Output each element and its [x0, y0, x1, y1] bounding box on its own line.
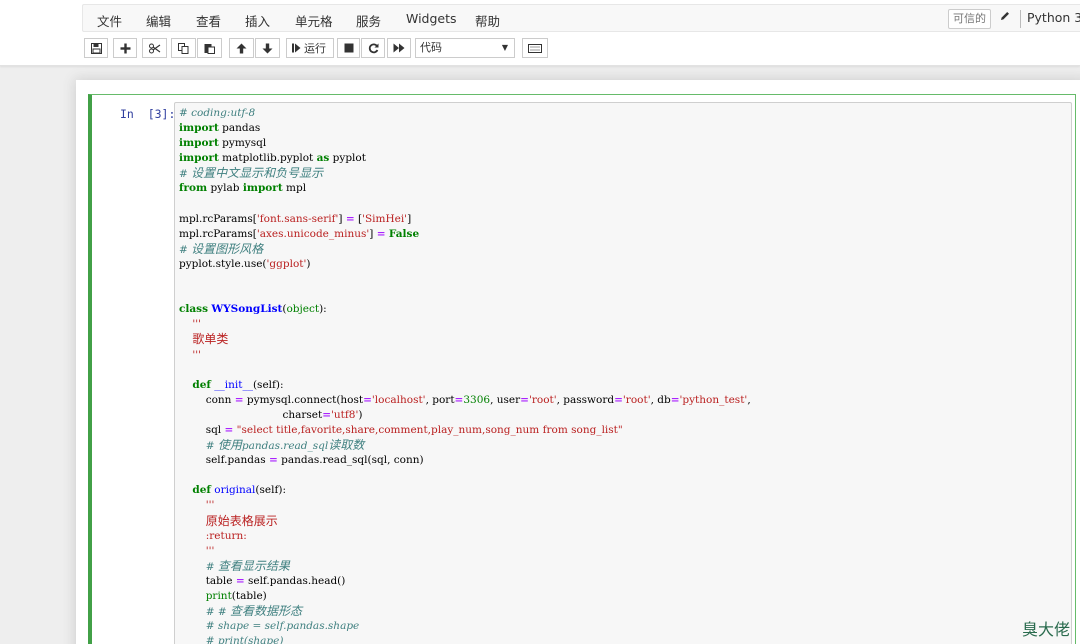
- menu-file[interactable]: 文件: [97, 11, 122, 30]
- menu-cell[interactable]: 单元格: [295, 11, 333, 30]
- code-line: ​: [179, 363, 751, 378]
- code-line: pyplot.style.use('ggplot'): [179, 257, 311, 270]
- code-line: def __init__(self):: [192, 378, 284, 391]
- run-label: 运行: [304, 42, 326, 55]
- menu-help[interactable]: 帮助: [475, 11, 500, 30]
- code-line: :return:: [179, 529, 247, 542]
- trusted-indicator[interactable]: 可信的: [948, 9, 991, 29]
- notebook-header: 文件 编辑 查看 插入 单元格 服务 Widgets 帮助 可信的 Python…: [0, 0, 1080, 66]
- step-forward-icon: [292, 43, 301, 53]
- code-line: mpl.rcParams['axes.unicode_minus'] = Fal…: [179, 227, 420, 240]
- save-icon: [90, 42, 102, 54]
- save-button[interactable]: [84, 38, 108, 58]
- code-line: ''': [179, 544, 215, 557]
- fast-forward-icon: [393, 43, 405, 53]
- move-down-button[interactable]: [255, 38, 280, 58]
- code-line: # print(shape): [205, 635, 284, 644]
- code-line: ​: [179, 287, 751, 302]
- code-line: mpl.rcParams['font.sans-serif'] = ['SimH…: [179, 212, 412, 225]
- code-line: print(table): [205, 590, 267, 602]
- command-palette-button[interactable]: [522, 38, 548, 58]
- code-line: ​: [179, 197, 751, 212]
- code-line: # coding:utf-8: [179, 107, 256, 119]
- paste-icon: [204, 43, 215, 54]
- insert-cell-button[interactable]: [113, 38, 137, 58]
- plus-icon: [120, 43, 131, 54]
- menu-widgets[interactable]: Widgets: [406, 11, 457, 26]
- code-line: import pymysql: [179, 137, 267, 150]
- code-line: ​: [179, 468, 751, 483]
- run-button[interactable]: 运行: [286, 38, 334, 58]
- menubar: 文件 编辑 查看 插入 单元格 服务 Widgets 帮助: [82, 4, 1080, 32]
- copy-icon: [178, 42, 189, 54]
- code-line: ​: [179, 272, 751, 287]
- code-line: # 设置中文显示和负号显示: [179, 166, 324, 181]
- code-line: sql = "select title,favorite,share,comme…: [179, 423, 623, 436]
- stop-icon: [344, 43, 354, 53]
- code-line: from pylab import mpl: [179, 182, 307, 195]
- cut-button[interactable]: [142, 38, 167, 58]
- code-line: # 设置图形风格: [179, 241, 264, 256]
- menu-view[interactable]: 查看: [196, 11, 221, 30]
- cell-type-value: 代码: [420, 41, 442, 54]
- refresh-icon: [368, 42, 379, 54]
- menu-insert[interactable]: 插入: [245, 11, 270, 30]
- input-prompt: In [3]:: [120, 107, 176, 121]
- code-line: ''': [179, 348, 202, 361]
- code-line: # 查看显示结果: [205, 558, 290, 573]
- code-line: # 使用pandas.read_sql读取数: [205, 438, 365, 453]
- code-line: def original(self):: [192, 484, 286, 497]
- code-line: 歌单类: [192, 332, 229, 347]
- pencil-icon[interactable]: [999, 10, 1011, 26]
- code-line: # shape = self.pandas.shape: [205, 620, 360, 633]
- menu-kernel[interactable]: 服务: [356, 11, 381, 30]
- code-line: import matplotlib.pyplot as pyplot: [179, 152, 366, 165]
- code-line: import pandas: [179, 122, 261, 135]
- code-line: conn = pymysql.connect(host='localhost',…: [179, 393, 751, 406]
- cell-type-select[interactable]: 代码 ▼: [415, 38, 515, 58]
- code-line: ''': [179, 499, 215, 512]
- code-line: 原始表格展示: [205, 513, 278, 528]
- copy-button[interactable]: [171, 38, 196, 58]
- restart-kernel-button[interactable]: [361, 38, 385, 58]
- watermark: 臭大佬: [1022, 620, 1071, 639]
- arrow-up-icon: [236, 43, 247, 54]
- scissors-icon: [148, 43, 161, 54]
- restart-run-all-button[interactable]: [387, 38, 411, 58]
- arrow-down-icon: [262, 43, 273, 54]
- code-line: # # 查看数据形态: [205, 604, 302, 619]
- menu-edit[interactable]: 编辑: [146, 11, 171, 30]
- keyboard-icon: [528, 43, 542, 53]
- code-line: table = self.pandas.head(): [179, 574, 346, 587]
- code-line: self.pandas = pandas.read_sql(sql, conn): [179, 454, 424, 467]
- kernel-name[interactable]: Python 3: [1027, 10, 1080, 25]
- interrupt-kernel-button[interactable]: [337, 38, 360, 58]
- move-up-button[interactable]: [229, 38, 254, 58]
- code-line: ''': [179, 318, 202, 331]
- kernel-separator: [1020, 10, 1021, 28]
- code-line: class WYSongList(object):: [179, 303, 327, 316]
- chevron-down-icon: ▼: [501, 43, 508, 52]
- paste-button[interactable]: [197, 38, 222, 58]
- code-editor[interactable]: # coding:utf-8 import pandas import pymysq…: [179, 106, 751, 644]
- code-line: charset='utf8'): [179, 408, 363, 421]
